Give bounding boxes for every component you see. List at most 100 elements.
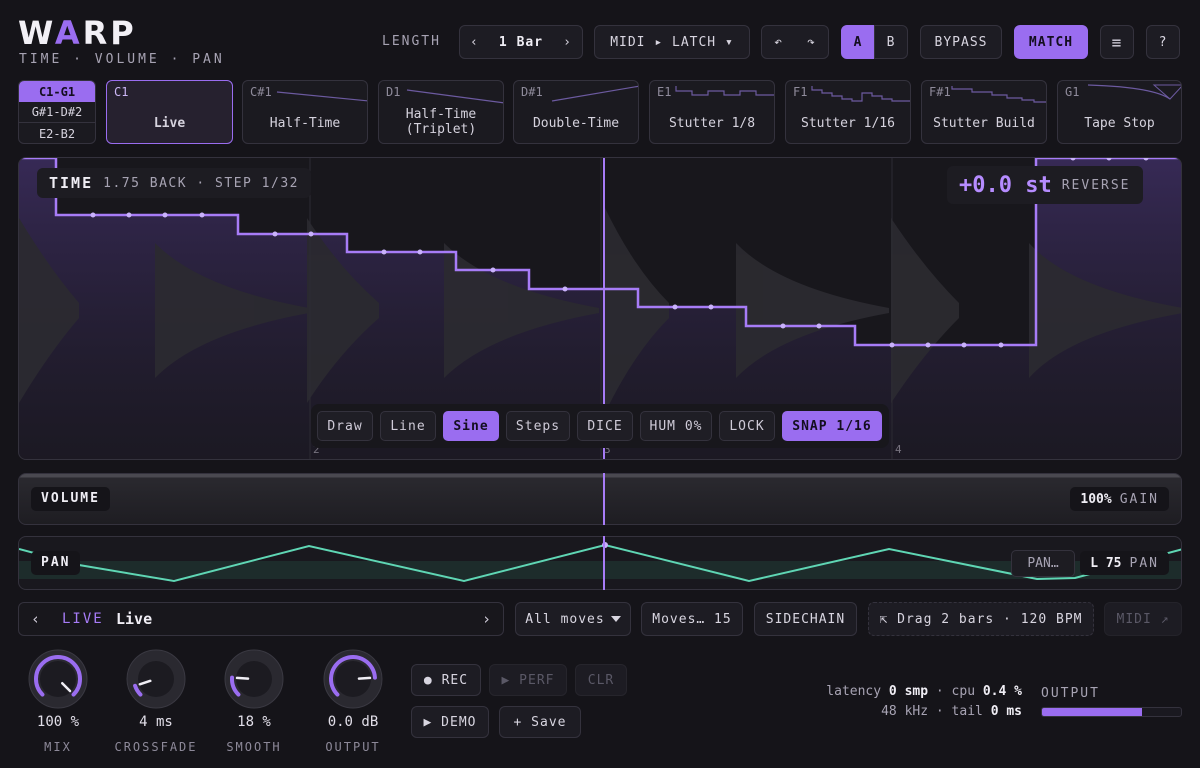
preset-selector: ‹ LIVE Live ›: [18, 602, 504, 636]
slot-name: Stutter Build: [933, 116, 1035, 131]
slot-live[interactable]: C1 Live: [106, 80, 233, 144]
logo-a: A: [54, 14, 83, 52]
pan-unit: PAN: [1129, 555, 1159, 571]
volume-lane[interactable]: VOLUME 100% GAIN: [18, 473, 1182, 525]
pan-value-box: L 75 PAN: [1080, 551, 1169, 575]
length-next-button[interactable]: ›: [563, 35, 572, 50]
reverse-toggle[interactable]: REVERSE: [1062, 178, 1131, 193]
slot-note: C1: [114, 85, 129, 99]
slot-name: Stutter 1/16: [801, 116, 895, 131]
time-title: TIME: [49, 174, 94, 192]
slot-tape-stop[interactable]: G1 Tape Stop: [1057, 80, 1182, 144]
knob-smooth[interactable]: [224, 649, 284, 709]
slot-stutter-8[interactable]: E1 Stutter 1/8: [649, 80, 775, 144]
knob-mix[interactable]: [28, 649, 88, 709]
midi-export-button[interactable]: MIDI ↗: [1104, 602, 1182, 636]
tool-steps[interactable]: Steps: [506, 411, 570, 441]
slot-stutter-16[interactable]: F1 Stutter 1/16: [785, 80, 911, 144]
output-meter-fill: [1042, 708, 1143, 716]
pan-value[interactable]: L 75: [1090, 556, 1121, 571]
undo-icon[interactable]: ↶: [774, 35, 783, 50]
status-line-1: latency 0 smp · cpu 0.4 %: [826, 684, 1022, 699]
subtitle: TIME · VOLUME · PAN: [19, 52, 225, 67]
volume-value-box: 100% GAIN: [1070, 487, 1169, 511]
knob-output-value: 0.0 dB: [327, 714, 379, 730]
volume-playhead: [603, 473, 605, 525]
knob-output[interactable]: [323, 649, 383, 709]
volume-value[interactable]: 100%: [1080, 492, 1111, 507]
slot-half-time-triplet[interactable]: D1 Half-Time (Triplet): [378, 80, 504, 144]
midi-mode-dropdown[interactable]: MIDI ▸ LATCH ▾: [594, 25, 750, 59]
length-value: 1 Bar: [498, 34, 544, 50]
knob-crossfade[interactable]: [126, 649, 186, 709]
slot-stutter-build[interactable]: F#1 Stutter Build: [921, 80, 1047, 144]
output-meter-label: OUTPUT: [1041, 686, 1100, 701]
pan-mode-button[interactable]: PAN…: [1011, 550, 1075, 577]
tool-lock[interactable]: LOCK: [719, 411, 775, 441]
bypass-button[interactable]: BYPASS: [920, 25, 1002, 59]
tool-dice[interactable]: DICE: [577, 411, 633, 441]
slot-note: C#1: [250, 85, 272, 99]
demo-button[interactable]: ▶ DEMO: [411, 706, 489, 738]
slot-name: Double-Time: [532, 116, 620, 131]
logo: WARP: [18, 14, 137, 52]
slot-note: E1: [657, 85, 672, 99]
time-info: 1.75 BACK · STEP 1/32: [103, 175, 299, 191]
knob-crossfade-label: CROSSFADE: [114, 740, 198, 754]
rec-button[interactable]: ● REC: [411, 664, 481, 696]
match-button[interactable]: MATCH: [1014, 25, 1088, 59]
knob-mix-label: MIX: [44, 740, 72, 754]
tail-value: 0 ms: [990, 704, 1022, 719]
redo-icon[interactable]: ↷: [807, 35, 816, 50]
perf-button[interactable]: ▶ PERF: [489, 664, 567, 696]
save-button[interactable]: + Save: [499, 706, 581, 738]
tool-draw[interactable]: Draw: [317, 411, 373, 441]
knob-indicator: [357, 676, 372, 680]
slot-double-time[interactable]: D#1 Double-Time: [513, 80, 639, 144]
sidechain-button[interactable]: SIDECHAIN: [754, 602, 857, 636]
chevron-down-icon: [610, 616, 621, 622]
tool-sine[interactable]: Sine: [443, 411, 499, 441]
tool-snap[interactable]: SNAP 1/16: [782, 411, 882, 441]
length-prev-button[interactable]: ‹: [470, 35, 479, 50]
pan-lane[interactable]: PAN PAN… L 75 PAN: [18, 536, 1182, 590]
separator: ·: [935, 684, 944, 699]
status-line-2: 48 kHz · tail 0 ms: [881, 704, 1022, 719]
cpu-label: cpu: [951, 684, 976, 699]
drag-export-button[interactable]: ⇱ Drag 2 bars · 120 BPM: [868, 602, 1094, 636]
ab-b-button[interactable]: B: [874, 25, 908, 59]
logo-w: W: [18, 14, 55, 52]
ab-a-button[interactable]: A: [841, 25, 875, 59]
preset-next-button[interactable]: ›: [482, 610, 491, 628]
pan-playhead: [603, 536, 605, 590]
latency-label: latency: [826, 684, 882, 699]
tool-line[interactable]: Line: [380, 411, 436, 441]
slot-name: Stutter 1/8: [668, 116, 756, 131]
slot-half-time[interactable]: C#1 Half-Time: [242, 80, 368, 144]
help-icon[interactable]: ?: [1146, 25, 1180, 59]
output-meter: [1041, 707, 1182, 717]
knob-indicator: [235, 676, 250, 680]
sample-rate: 48 kHz: [881, 704, 929, 719]
range-tab-e2-b2[interactable]: E2-B2: [19, 123, 95, 143]
menu-icon[interactable]: ≡: [1100, 25, 1134, 59]
tool-hum[interactable]: HUM 0%: [640, 411, 712, 441]
moves-count-button[interactable]: Moves… 15: [641, 602, 743, 636]
slot-note: D1: [386, 85, 401, 99]
pitch-value[interactable]: +0.0 st: [959, 173, 1052, 198]
tail-label: tail: [951, 704, 983, 719]
range-tab-g1-d2[interactable]: G#1-D#2: [19, 102, 95, 123]
moves-filter-label: All moves: [525, 611, 605, 627]
slot-name: Live: [153, 116, 186, 131]
slot-name: Tape Stop: [1084, 116, 1155, 131]
moves-filter-dropdown[interactable]: All moves: [515, 602, 631, 636]
volume-unit: GAIN: [1119, 491, 1159, 507]
knob-crossfade-value: 4 ms: [139, 714, 173, 730]
latency-value: 0 smp: [888, 684, 929, 699]
slot-note: G1: [1065, 85, 1080, 99]
clear-button[interactable]: CLR: [575, 664, 627, 696]
bar-number: 4: [895, 443, 902, 456]
undo-redo-group: ↶ ↷: [761, 25, 829, 59]
range-tab-c1-g1[interactable]: C1-G1: [19, 81, 95, 102]
preset-prev-button[interactable]: ‹: [31, 610, 40, 628]
